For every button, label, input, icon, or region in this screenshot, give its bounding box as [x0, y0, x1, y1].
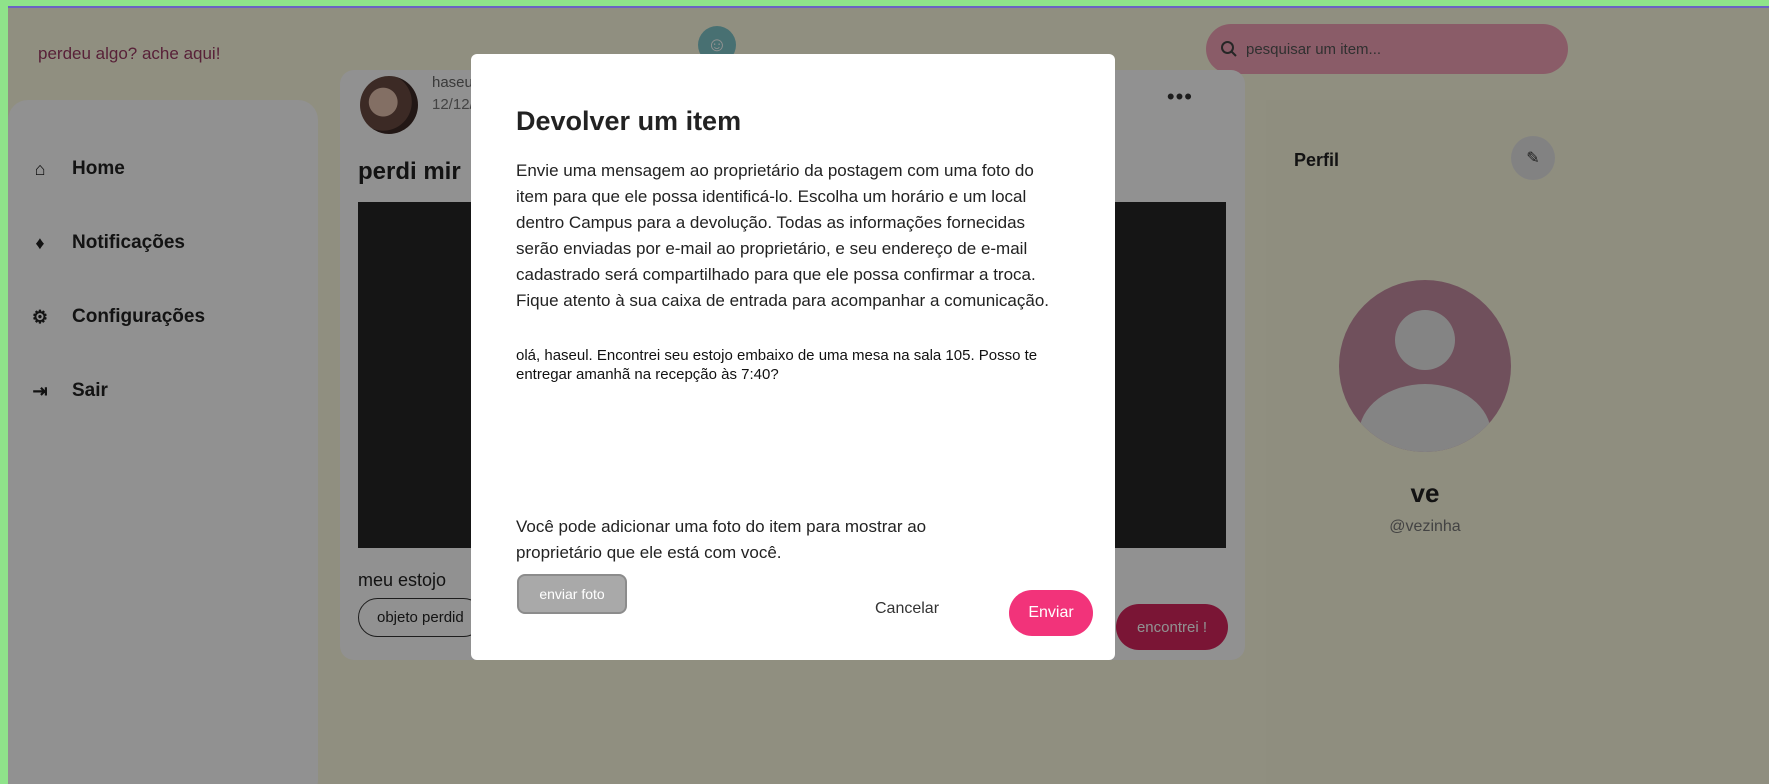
send-button[interactable]: Enviar	[1009, 590, 1093, 636]
modal-description: Envie uma mensagem ao proprietário da po…	[516, 161, 1050, 310]
cancel-button[interactable]: Cancelar	[875, 600, 939, 618]
photo-hint: Você pode adicionar uma foto do item par…	[516, 517, 927, 562]
app-frame: perdeu algo? ache aqui! ☺ ⌂ Home ♦ Notif…	[8, 6, 1769, 784]
send-photo-button[interactable]: enviar foto	[517, 574, 627, 614]
modal-title: Devolver um item	[516, 106, 742, 136]
message-field[interactable]: olá, haseul. Encontrei seu estojo embaix…	[516, 346, 1076, 496]
return-item-modal: Devolver um item Envie uma mensagem ao p…	[471, 54, 1115, 660]
